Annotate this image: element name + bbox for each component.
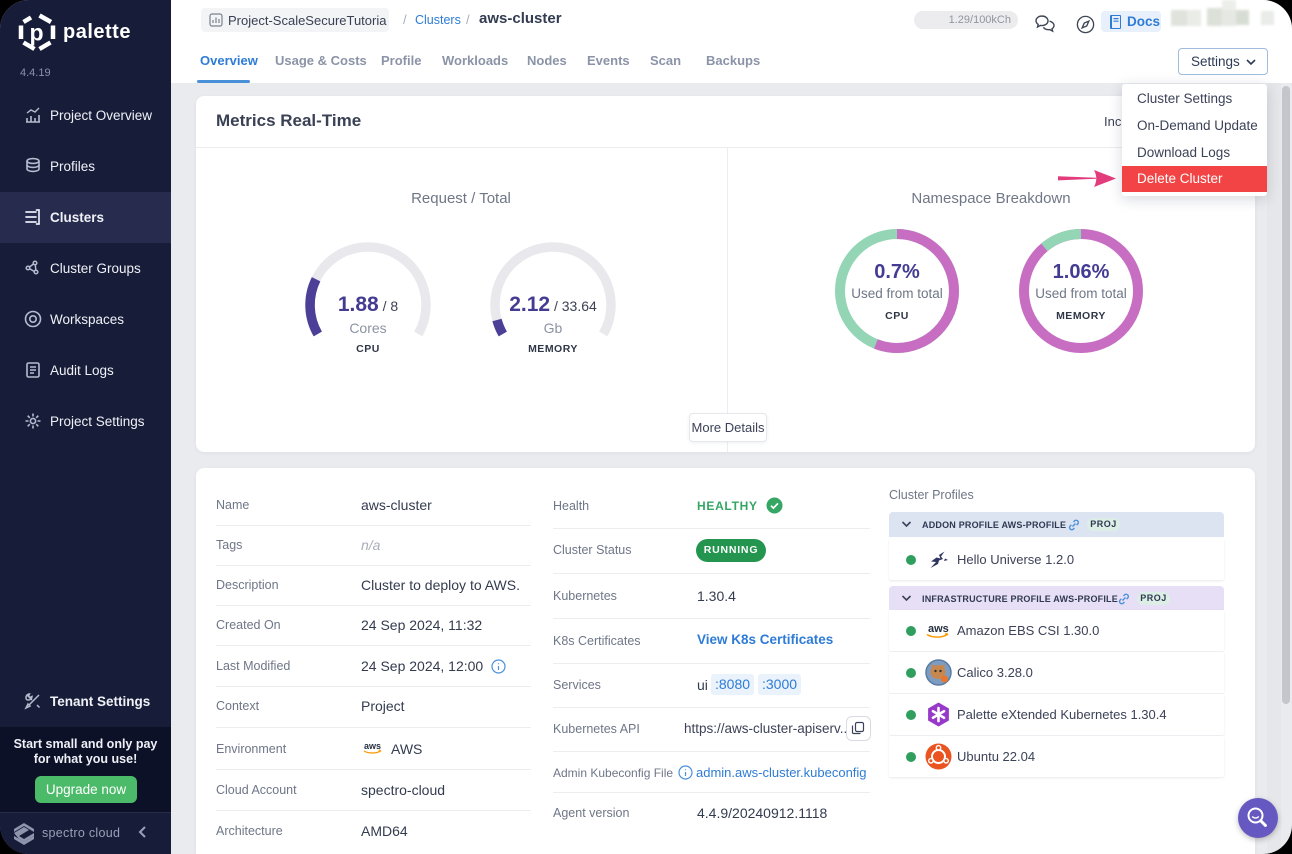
svg-text:aws: aws <box>364 741 381 751</box>
svg-text:p: p <box>30 20 44 46</box>
